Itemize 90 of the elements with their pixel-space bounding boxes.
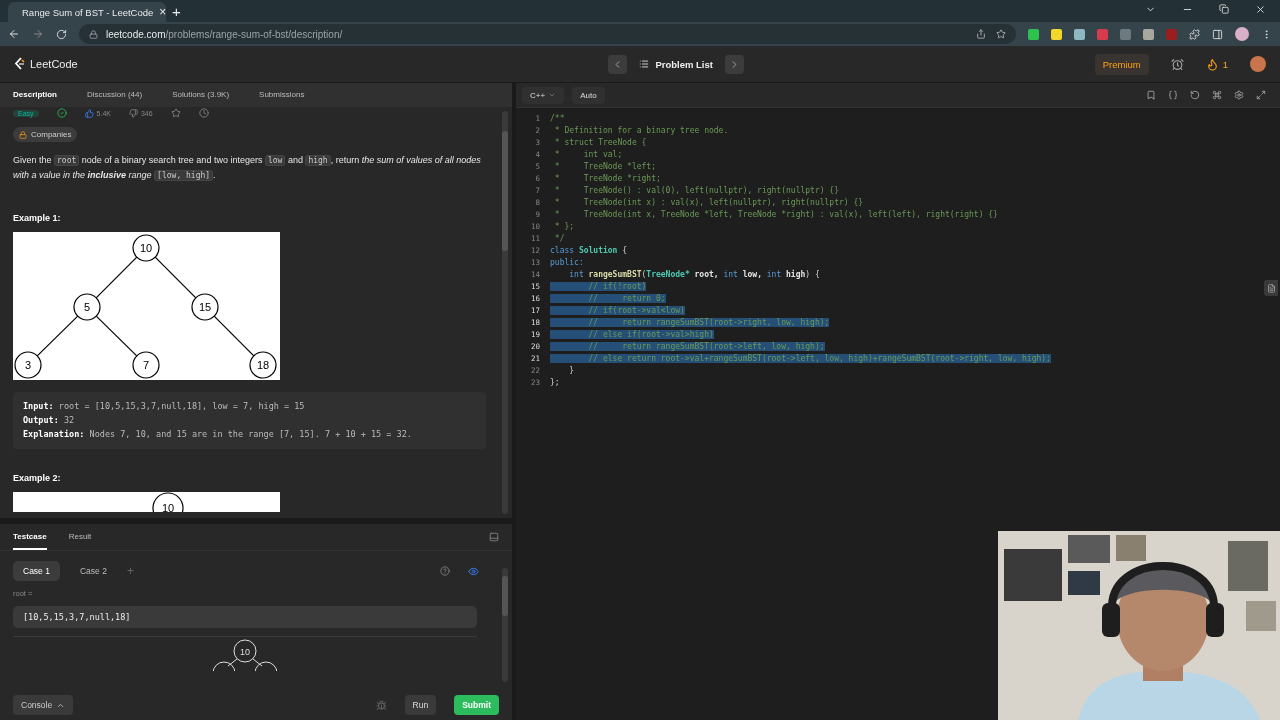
list-icon: [639, 59, 650, 69]
command-icon[interactable]: [1212, 90, 1222, 100]
extension-icon[interactable]: [1051, 28, 1062, 40]
code-line: * };: [553, 221, 575, 231]
tab-title: Range Sum of BST - LeetCode: [22, 6, 154, 18]
streak-counter[interactable]: 1: [1205, 57, 1228, 71]
autocomplete-mode-button[interactable]: Auto: [572, 86, 605, 104]
case-tab[interactable]: Case 1: [13, 561, 60, 581]
code-line: * int val;: [553, 149, 623, 159]
example-line: Output: 32: [23, 413, 76, 427]
code-line: * TreeNode() : val(0), left(nullptr), right(nullptr) {}: [553, 185, 839, 195]
code-line: }: [568, 365, 575, 375]
code-line: * TreeNode(int x, TreeNode *left, TreeNode *right) : val(x), left(left), right(right) {}: [553, 209, 998, 219]
premium-button[interactable]: Premium: [1094, 53, 1149, 75]
run-button[interactable]: Run: [404, 695, 437, 715]
extension-icon[interactable]: [1143, 28, 1154, 40]
braces-icon[interactable]: [1168, 90, 1178, 100]
code-line: int rangeSumBST(TreeNode* root, int low, int high) {: [568, 269, 820, 279]
tree-preview-drawing: 10: [200, 637, 290, 671]
panel-tab[interactable]: Testcase: [13, 524, 47, 550]
example-line: Explanation: Nodes 7, 10, and 15 are in the range [7, 15]. 7 + 10 + 15 = 32.: [23, 427, 413, 441]
alarm-clock-icon[interactable]: [1170, 57, 1184, 71]
chevron-down-icon: [548, 91, 557, 99]
example-title: Example 1:: [13, 212, 62, 223]
example-title: Example 2:: [13, 472, 62, 483]
expand-icon[interactable]: [1256, 90, 1266, 100]
reload-icon[interactable]: [56, 28, 67, 40]
eye-icon[interactable]: [468, 565, 479, 577]
problem-list-button[interactable]: Problem List: [639, 58, 713, 70]
bookmark-icon[interactable]: [1146, 90, 1156, 100]
side-panel-icon[interactable]: [1212, 28, 1223, 40]
puzzle-icon[interactable]: [1189, 28, 1200, 40]
tab-close-button[interactable]: ×: [159, 6, 167, 18]
solved-check-icon: [56, 108, 67, 118]
url-path: /problems/range-sum-of-bst/description/: [165, 28, 343, 40]
reset-icon[interactable]: [1190, 90, 1200, 100]
profile-avatar[interactable]: [1235, 27, 1249, 41]
panel-tab[interactable]: Submissions: [259, 83, 305, 107]
panel-tab[interactable]: Result: [68, 524, 92, 550]
settings-icon[interactable]: [1234, 90, 1244, 100]
logo-icon: [14, 57, 26, 71]
panel-tab[interactable]: Discussion (44): [87, 83, 143, 107]
thumbs-down-icon: [128, 108, 138, 118]
binary-tree-drawing: 10: [13, 491, 280, 512]
close-icon[interactable]: [1255, 3, 1266, 15]
parameter-input[interactable]: [10,5,15,3,7,null,18]: [13, 606, 477, 628]
panel-tab[interactable]: Solutions (3.9K): [172, 83, 230, 107]
browser-tab[interactable]: Range Sum of BST - LeetCode ×: [8, 2, 166, 22]
binary-tree-drawing: 10 5 15 3 7 18: [13, 231, 280, 380]
code-line: public:: [550, 257, 584, 267]
collapse-panel-icon[interactable]: [489, 532, 499, 542]
problem-description: Given the root node of a binary search tree and two integers low and high , return the sum of values of all nodes with a value in the inclusive range [low, high] .: [13, 153, 482, 183]
code-line: * Definition for a binary tree node.: [553, 125, 729, 135]
flame-icon: [1205, 57, 1219, 71]
lock-icon: [19, 130, 27, 139]
star-icon[interactable]: [170, 108, 181, 118]
code-line: * TreeNode(int x) : val(x), left(nullptr), right(nullptr) {}: [553, 197, 864, 207]
logo-text: LeetCode: [30, 58, 78, 70]
thumbs-up-icon: [84, 108, 94, 118]
debug-icon[interactable]: [375, 699, 387, 711]
panel-tab[interactable]: Description: [13, 83, 57, 107]
extension-icon[interactable]: [1074, 28, 1085, 40]
code-line: };: [550, 377, 560, 387]
file-icon: [1266, 283, 1276, 293]
case-tab[interactable]: Case 2: [69, 561, 117, 581]
previous-button[interactable]: [608, 54, 628, 74]
url-host: leetcode.com: [106, 28, 166, 40]
code-line: * TreeNode *left;: [553, 161, 656, 171]
address-bar[interactable]: leetcode.com/problems/range-sum-of-bst/description/: [79, 24, 1016, 44]
code-line: /**: [550, 113, 565, 123]
language-dropdown[interactable]: C++: [522, 86, 565, 104]
code-line: class Solution {: [550, 245, 628, 255]
code-line: * struct TreeNode {: [553, 137, 647, 147]
lock-icon: [89, 29, 98, 39]
example-line: Input: root = [10,5,15,3,7,null,18], low = 7, high = 15: [23, 399, 306, 413]
side-panel-tab[interactable]: [1264, 280, 1278, 296]
user-avatar[interactable]: [1250, 56, 1266, 72]
code-line: * TreeNode *right;: [553, 173, 661, 183]
bookmark-star-icon[interactable]: [996, 29, 1006, 39]
companies-tag[interactable]: Companies: [13, 127, 78, 142]
next-button[interactable]: [724, 54, 744, 74]
console-button[interactable]: Console: [13, 695, 74, 715]
code-line: */: [553, 233, 565, 243]
help-icon[interactable]: [440, 565, 450, 576]
extension-icon[interactable]: [1028, 28, 1039, 40]
clock-icon[interactable]: [198, 108, 209, 118]
new-tab-button[interactable]: +: [172, 3, 181, 19]
back-icon[interactable]: [8, 28, 20, 40]
share-icon[interactable]: [976, 29, 986, 39]
restore-icon[interactable]: [1219, 3, 1229, 14]
